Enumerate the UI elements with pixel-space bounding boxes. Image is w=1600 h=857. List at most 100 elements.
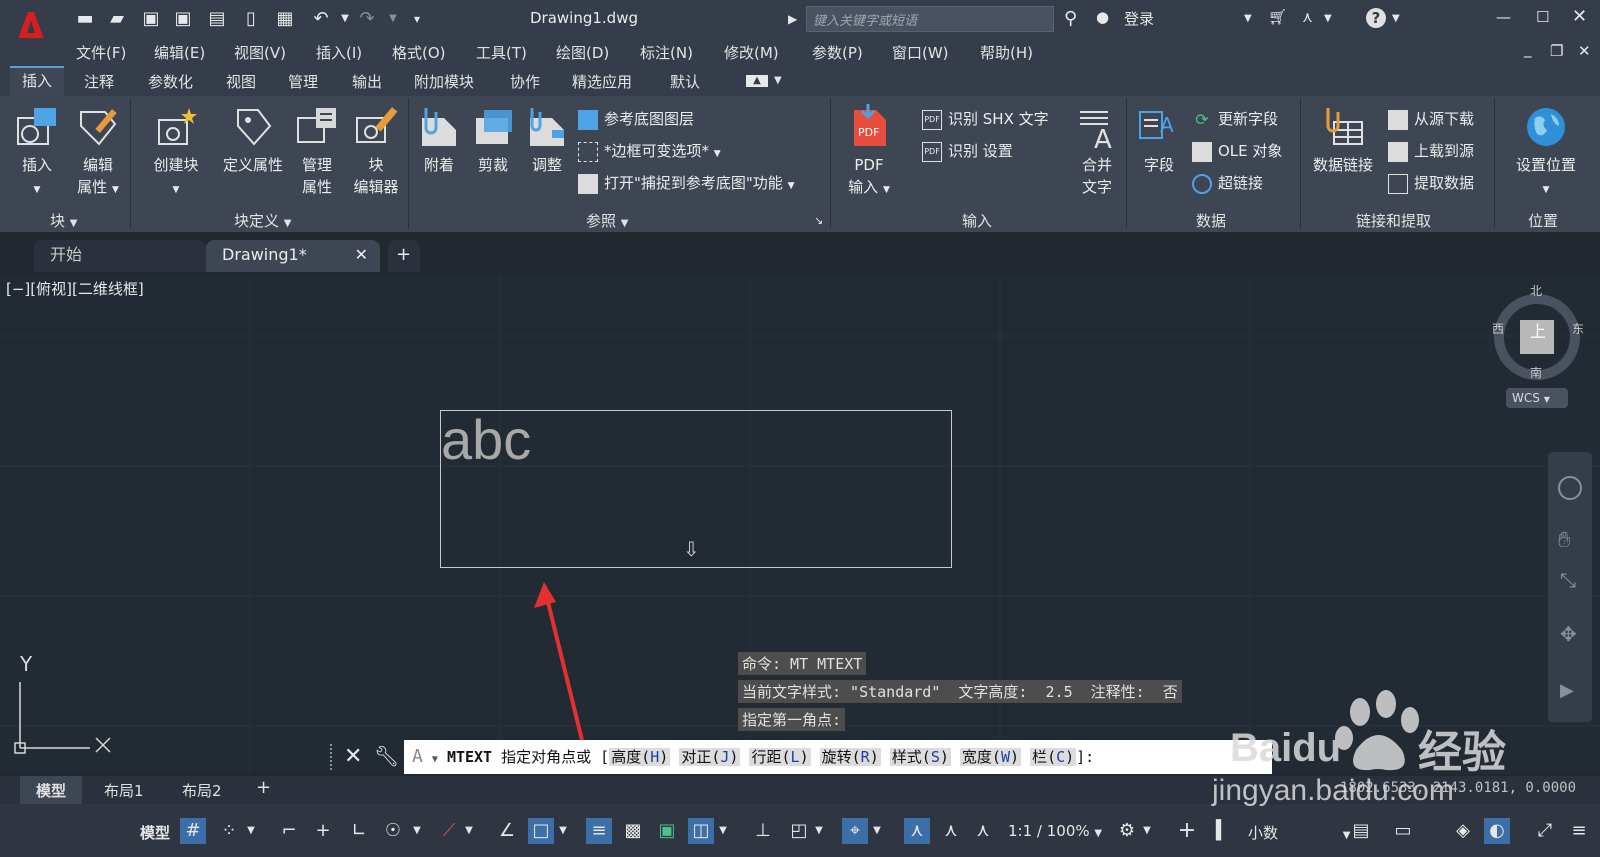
layout-tab-1[interactable]: 布局1 [104, 780, 144, 801]
extract-data-button[interactable]: 提取数据 [1388, 172, 1474, 194]
help-icon[interactable]: ? [1366, 8, 1386, 28]
isodraft-dropdown-icon[interactable]: ▼ [462, 818, 476, 844]
gizmo-dropdown-icon[interactable]: ▼ [870, 818, 884, 844]
save-as-icon[interactable]: ▣ [172, 8, 194, 30]
viewcube-south[interactable]: 南 [1530, 364, 1542, 381]
tab-manage[interactable]: 管理 [288, 71, 318, 92]
wrench-icon[interactable]: 🔧︎ [374, 744, 399, 768]
search-expand-icon[interactable]: ▶ [788, 12, 797, 26]
customize-qat-icon[interactable]: ▾ [406, 8, 428, 30]
graphics-performance-icon[interactable]: ◐ [1484, 818, 1510, 844]
menu-insert[interactable]: 插入(I) [316, 42, 362, 63]
option-columns[interactable]: 栏(C) [1030, 748, 1077, 766]
mtext-selection-box[interactable]: abc ⇩ [440, 408, 952, 568]
attach-button[interactable]: 附着 [414, 104, 464, 176]
isolate-objects-icon[interactable]: ◈ [1450, 818, 1476, 844]
snap-underlay-dropdown[interactable]: 打开"捕捉到参考底图"功能 ▼ [578, 172, 795, 194]
snap-icon[interactable]: ⁘ [216, 818, 242, 844]
clip-button[interactable]: 剪裁 [468, 104, 518, 176]
redo-icon[interactable]: ↷ [356, 8, 378, 30]
combine-text-button[interactable]: A 合并 文字 [1072, 104, 1122, 198]
menu-view[interactable]: 视图(V) [234, 42, 286, 63]
grid-icon[interactable]: # [180, 818, 206, 844]
tab-output[interactable]: 输出 [352, 71, 382, 92]
layout-tab-model[interactable]: 模型 [20, 776, 83, 805]
menu-file[interactable]: 文件(F) [76, 42, 126, 63]
option-rotation[interactable]: 旋转(R) [819, 748, 881, 766]
wcs-dropdown[interactable]: WCS ▼ [1506, 388, 1568, 408]
dynamic-ucs-icon[interactable]: ⊥ [750, 818, 776, 844]
polar-tracking-icon[interactable]: ☉ [380, 818, 406, 844]
tab-start[interactable]: 开始 [34, 240, 206, 272]
menu-draw[interactable]: 绘图(D) [556, 42, 609, 63]
tab-parametric[interactable]: 参数化 [148, 71, 193, 92]
3d-osnap-dropdown-icon[interactable]: ▼ [716, 818, 730, 844]
model-space-button[interactable]: 模型 [140, 822, 170, 843]
text-style-icon[interactable]: A [412, 746, 423, 767]
orbit-icon[interactable]: ✥ [1560, 622, 1577, 646]
menu-format[interactable]: 格式(O) [392, 42, 446, 63]
units-dropdown[interactable]: 小数 ▼ [1248, 822, 1351, 843]
units-icon[interactable]: ▍ [1210, 818, 1236, 844]
tab-drawing1[interactable]: Drawing1* ✕ [206, 240, 380, 272]
download-from-source-button[interactable]: 从源下载 [1388, 108, 1474, 130]
data-link-button[interactable]: 数据链接 [1308, 104, 1378, 176]
infer-constraints-icon[interactable]: ⌐ [276, 818, 302, 844]
selection-filter-dropdown-icon[interactable]: ▼ [812, 818, 826, 844]
option-line-spacing[interactable]: 行距(L) [749, 748, 811, 766]
steering-wheel-icon[interactable] [1558, 476, 1582, 500]
tab-annotate[interactable]: 注释 [84, 71, 114, 92]
recognize-shx-button[interactable]: PDF 识别 SHX 文字 [922, 108, 1049, 130]
option-justify[interactable]: 对正(J) [679, 748, 741, 766]
menu-help[interactable]: 帮助(H) [980, 42, 1033, 63]
autodesk-app-icon[interactable]: ⋏ [1302, 8, 1313, 26]
field-button[interactable]: A 字段 [1134, 104, 1184, 176]
save-icon[interactable]: ▣ [140, 8, 162, 30]
frame-variable-dropdown[interactable]: *边框可变选项* ▼ [578, 140, 721, 162]
redo-dropdown-icon[interactable]: ▼ [382, 8, 404, 30]
block-editor-button[interactable]: 块 编辑器 [348, 104, 404, 198]
adjust-button[interactable]: 调整 [522, 104, 572, 176]
help-dropdown-icon[interactable]: ▼ [1392, 13, 1400, 24]
auto-scale-icon[interactable]: ⋏ [938, 818, 964, 844]
close-icon[interactable]: ✕ [344, 744, 362, 769]
command-input[interactable]: A ▼ MTEXT 指定对角点或 [高度(H) 对正(J) 行距(L) 旋转(R… [404, 740, 1272, 774]
new-file-icon[interactable]: ▬ [74, 8, 96, 30]
object-snap-dropdown-icon[interactable]: ▼ [556, 818, 570, 844]
edit-attributes-button[interactable]: 编辑 属性 ▼ [70, 104, 126, 201]
annotation-visibility-icon[interactable]: ⋏ [904, 818, 930, 844]
upload-to-source-button[interactable]: 上载到源 [1388, 140, 1474, 162]
doc-close-icon[interactable]: ✕ [1578, 42, 1591, 60]
gizmo-icon[interactable]: ⌖ [842, 818, 868, 844]
publish-icon[interactable]: ▤ [206, 8, 228, 30]
transparency-icon[interactable]: ▩ [620, 818, 646, 844]
undo-icon[interactable]: ↶ [310, 8, 332, 30]
selection-cycling-icon[interactable]: ▣ [654, 818, 680, 844]
menu-window[interactable]: 窗口(W) [892, 42, 949, 63]
selection-filter-icon[interactable]: ◰ [786, 818, 812, 844]
ole-object-button[interactable]: OLE 对象 [1192, 140, 1282, 162]
user-icon[interactable]: ● [1096, 8, 1109, 26]
tab-addins[interactable]: 附加模块 [414, 71, 474, 92]
pdf-import-button[interactable]: PDF PDF 输入 ▼ [844, 104, 894, 201]
new-tab-button[interactable]: + [388, 240, 420, 272]
doc-minimize-icon[interactable]: _ [1524, 40, 1532, 58]
insert-block-button[interactable]: 插入 ▼ [12, 104, 62, 201]
maximize-icon[interactable]: ☐ [1536, 8, 1549, 26]
zoom-extents-icon[interactable]: ⤡ [1560, 568, 1576, 592]
update-fields-button[interactable]: ⟳ 更新字段 [1192, 108, 1278, 130]
customization-icon[interactable]: ≡ [1566, 818, 1592, 844]
tab-featured-apps[interactable]: 精选应用 [572, 71, 632, 92]
viewcube-north[interactable]: 北 [1530, 282, 1542, 299]
minimize-icon[interactable]: — [1496, 8, 1511, 26]
open-file-icon[interactable]: ▰ [106, 8, 128, 30]
pan-icon[interactable]: ✋︎ [1558, 528, 1571, 553]
workspace-gear-icon[interactable]: ⚙ [1114, 818, 1140, 844]
app-dropdown-icon[interactable]: ▼ [1324, 13, 1332, 24]
menu-modify[interactable]: 修改(M) [724, 42, 779, 63]
tab-view[interactable]: 视图 [226, 71, 256, 92]
ortho-icon[interactable]: ∟ [346, 818, 372, 844]
block-definition-panel-title[interactable]: 块定义 ▼ [234, 210, 292, 231]
menu-tools[interactable]: 工具(T) [476, 42, 527, 63]
close-icon[interactable]: ✕ [1572, 6, 1587, 27]
